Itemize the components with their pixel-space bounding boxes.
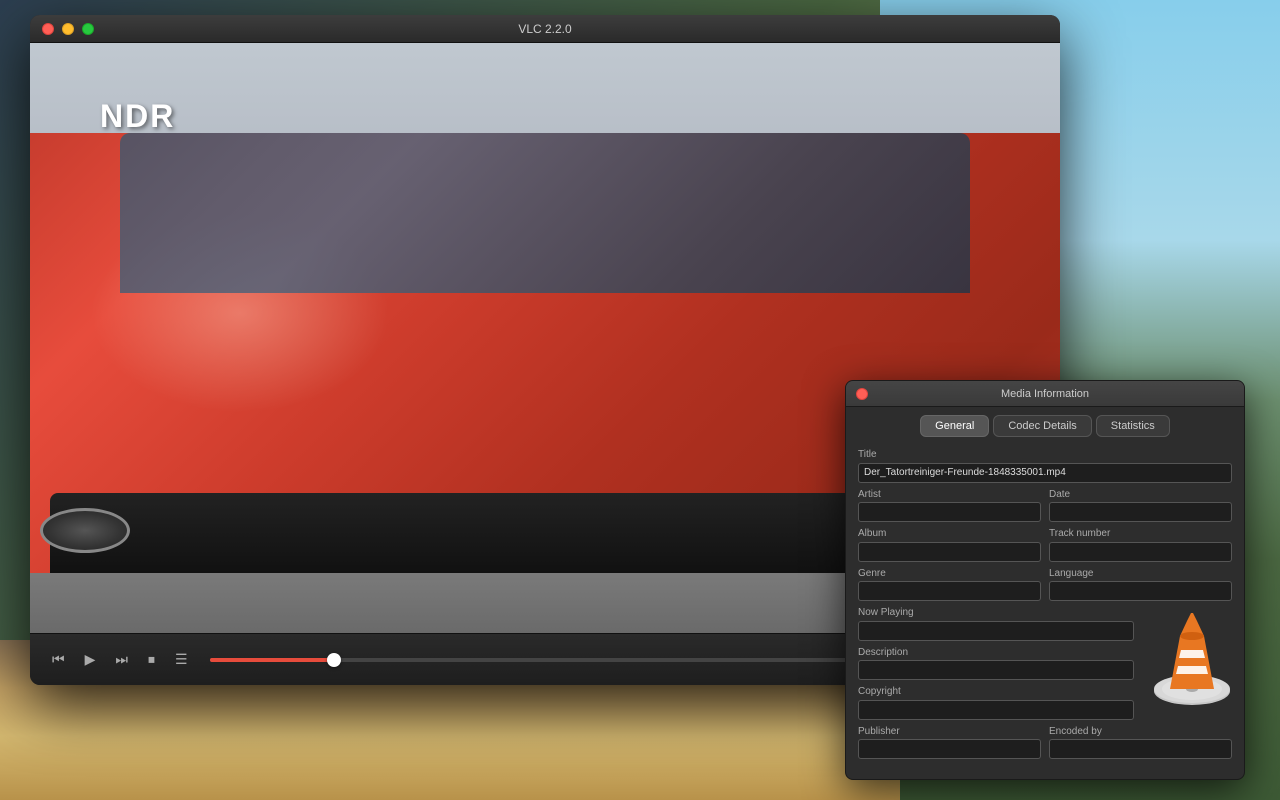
tab-statistics[interactable]: Statistics (1096, 415, 1170, 437)
stop-icon: ⏹ (148, 651, 155, 668)
progress-knob[interactable] (327, 653, 341, 667)
track-number-input[interactable] (1049, 542, 1232, 562)
window-title: VLC 2.2.0 (518, 22, 571, 36)
album-track-row: Album Track number (858, 528, 1232, 562)
date-group: Date (1049, 489, 1232, 523)
date-label: Date (1049, 489, 1232, 500)
fast-forward-icon: ⏭ (115, 651, 128, 668)
genre-language-row: Genre Language (858, 568, 1232, 602)
vlc-logo-icon (1142, 611, 1242, 711)
headlight-left (40, 508, 130, 553)
fast-forward-button[interactable]: ⏭ (109, 647, 134, 672)
panel-body: Title Artist Date Album Track number (846, 445, 1244, 763)
artist-date-row: Artist Date (858, 489, 1232, 523)
artist-group: Artist (858, 489, 1041, 523)
copyright-label: Copyright (858, 686, 1134, 697)
now-playing-label: Now Playing (858, 607, 1134, 618)
playlist-button[interactable]: ☰ (169, 647, 194, 672)
language-group: Language (1049, 568, 1232, 602)
tab-general[interactable]: General (920, 415, 989, 437)
now-playing-icon-row: Now Playing Description Copyright (858, 607, 1232, 726)
panel-title: Media Information (1001, 388, 1089, 400)
album-input[interactable] (858, 542, 1041, 562)
publisher-label: Publisher (858, 726, 1041, 737)
genre-input[interactable] (858, 581, 1041, 601)
description-label: Description (858, 647, 1134, 658)
title-label: Title (858, 449, 1232, 460)
progress-fill (210, 658, 334, 662)
vlc-icon-container (1142, 611, 1232, 716)
description-input[interactable] (858, 660, 1134, 680)
playlist-icon: ☰ (175, 651, 188, 668)
media-information-panel: Media Information General Codec Details … (845, 380, 1245, 780)
panel-close-button[interactable] (856, 388, 868, 400)
language-label: Language (1049, 568, 1232, 579)
now-playing-input[interactable] (858, 621, 1134, 641)
window-controls (42, 23, 94, 35)
copyright-row: Copyright (858, 686, 1134, 720)
ndr-logo-overlay: NDR (100, 98, 175, 135)
tab-codec-details[interactable]: Codec Details (993, 415, 1091, 437)
rewind-icon: ⏮ (52, 651, 65, 668)
track-number-label: Track number (1049, 528, 1232, 539)
panel-title-bar: Media Information (846, 381, 1244, 407)
publisher-encoded-row: Publisher Encoded by (858, 726, 1232, 760)
close-button[interactable] (42, 23, 54, 35)
play-icon: ▶ (85, 651, 96, 668)
encoded-by-group: Encoded by (1049, 726, 1232, 760)
date-input[interactable] (1049, 502, 1232, 522)
windshield (120, 133, 970, 293)
minimize-button[interactable] (62, 23, 74, 35)
album-label: Album (858, 528, 1041, 539)
encoded-by-input[interactable] (1049, 739, 1232, 759)
title-input[interactable] (858, 463, 1232, 483)
copyright-input[interactable] (858, 700, 1134, 720)
panel-tabs: General Codec Details Statistics (846, 407, 1244, 445)
rewind-button[interactable]: ⏮ (46, 647, 71, 672)
artist-input[interactable] (858, 502, 1041, 522)
artist-label: Artist (858, 489, 1041, 500)
now-playing-row: Now Playing (858, 607, 1134, 641)
maximize-button[interactable] (82, 23, 94, 35)
publisher-group: Publisher (858, 726, 1041, 760)
publisher-input[interactable] (858, 739, 1041, 759)
genre-group: Genre (858, 568, 1041, 602)
title-field-row: Title (858, 449, 1232, 483)
stop-button[interactable]: ⏹ (142, 647, 161, 672)
genre-label: Genre (858, 568, 1041, 579)
play-pause-button[interactable]: ▶ (79, 647, 102, 672)
track-number-group: Track number (1049, 528, 1232, 562)
encoded-by-label: Encoded by (1049, 726, 1232, 737)
description-row: Description (858, 647, 1134, 681)
vlc-title-bar: VLC 2.2.0 (30, 15, 1060, 43)
language-input[interactable] (1049, 581, 1232, 601)
album-group: Album (858, 528, 1041, 562)
now-playing-section: Now Playing Description Copyright (858, 607, 1134, 726)
